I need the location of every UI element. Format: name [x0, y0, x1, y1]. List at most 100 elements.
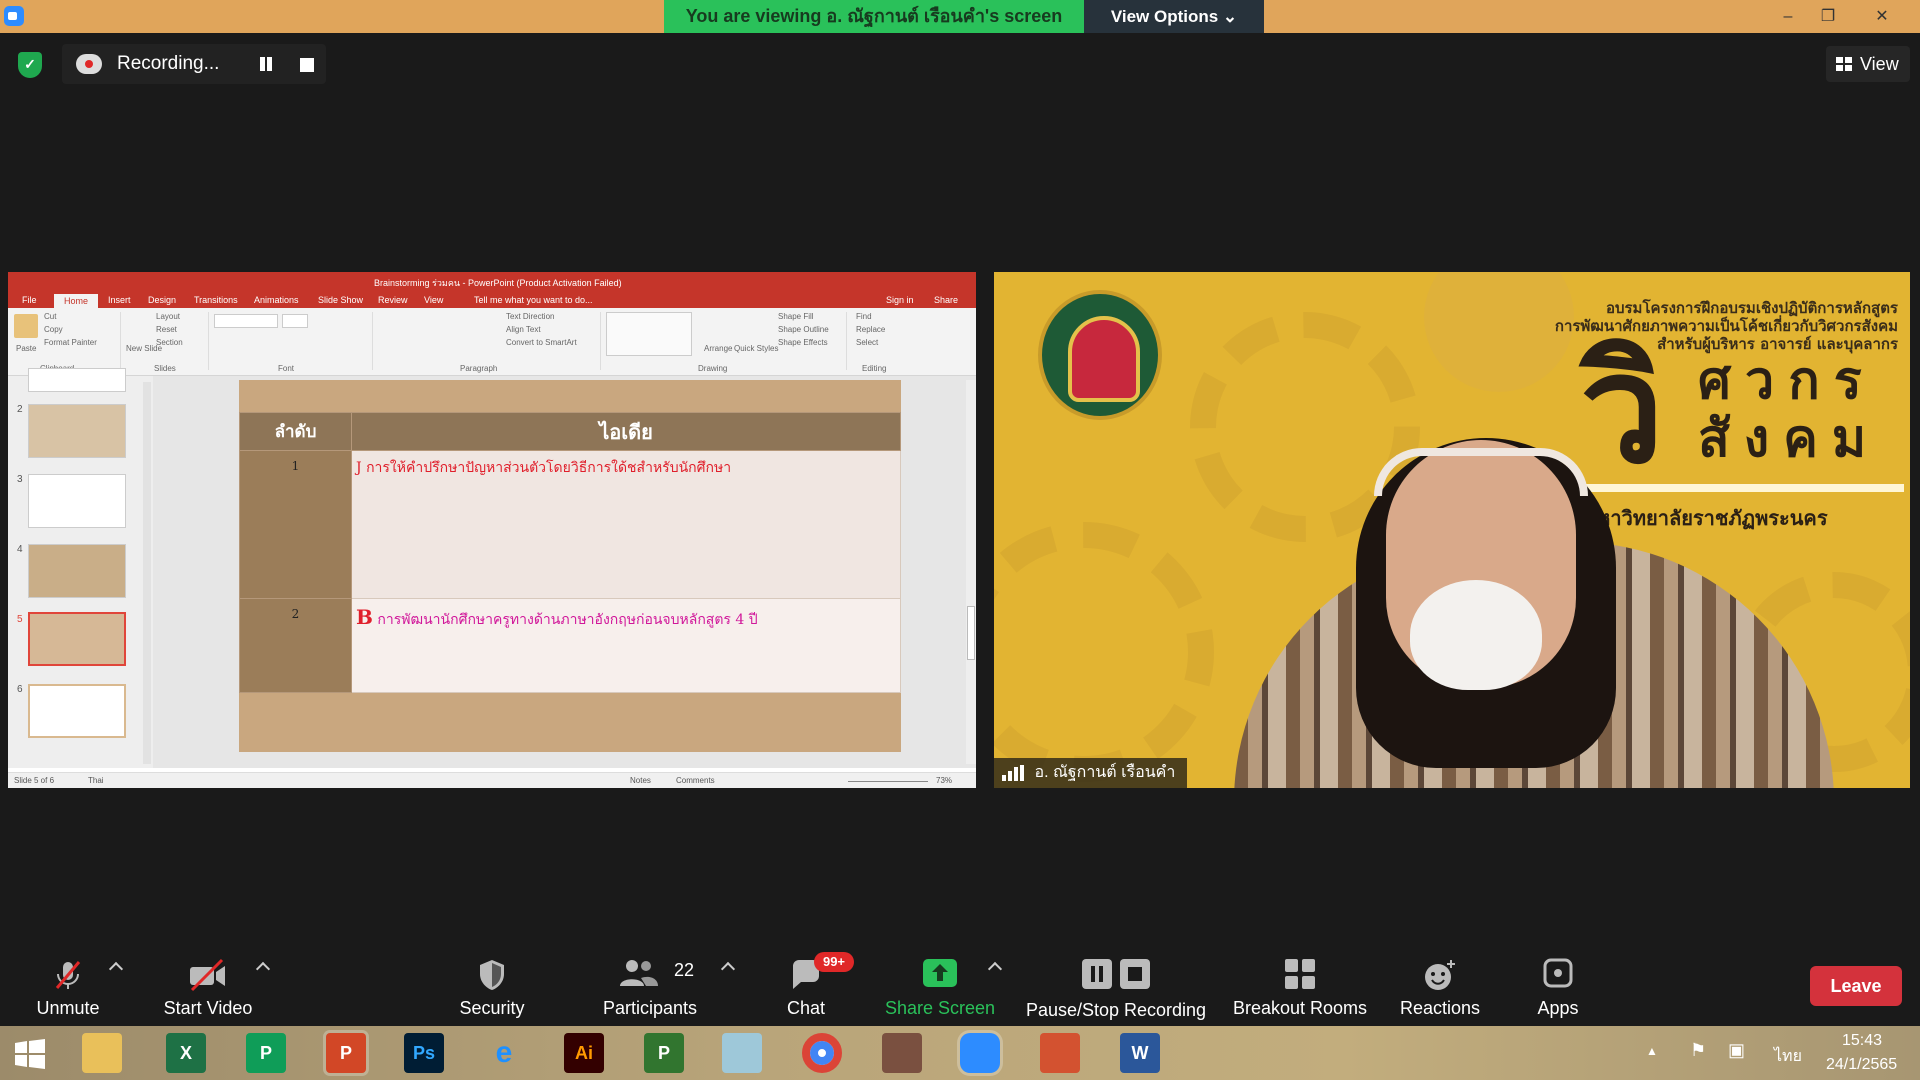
shape-effects-button[interactable]: Shape Effects	[778, 338, 828, 347]
tab-file[interactable]: File	[22, 295, 37, 305]
slide-thumbnail-selected[interactable]	[28, 612, 126, 666]
input-language-indicator[interactable]: ไทย	[1774, 1044, 1802, 1069]
tab-design[interactable]: Design	[148, 295, 176, 305]
reset-button[interactable]: Reset	[156, 325, 177, 334]
pause-recording-icon[interactable]	[257, 55, 275, 73]
app-icon[interactable]	[1040, 1033, 1080, 1073]
clock-date[interactable]: 24/1/2565	[1826, 1056, 1897, 1074]
minimize-button[interactable]: –	[1768, 0, 1808, 33]
close-button[interactable]: ✕	[1862, 0, 1902, 33]
table-cell-idea[interactable]: B การพัฒนานักศึกษาครูทางด้านภาษาอังกฤษก่…	[351, 598, 901, 693]
zoom-slider[interactable]	[848, 781, 928, 782]
ideas-table[interactable]: ลำดับ ไอเดีย 1 J การให้คำปรึกษาปัญหาส่วน…	[239, 412, 901, 693]
align-text-button[interactable]: Align Text	[506, 325, 541, 334]
replace-button[interactable]: Replace	[856, 325, 885, 334]
cut-button[interactable]: Cut	[44, 312, 56, 321]
slide-thumbnail[interactable]	[28, 368, 126, 392]
internet-explorer-icon[interactable]: e	[484, 1033, 524, 1073]
participant-video-tile[interactable]: อบรมโครงการฝึกอบรมเชิงปฏิบัติการหลักสูตร…	[994, 272, 1910, 788]
quick-styles-button[interactable]: Quick Styles	[734, 344, 778, 353]
current-slide[interactable]: ลำดับ ไอเดีย 1 J การให้คำปรึกษาปัญหาส่วน…	[239, 380, 901, 752]
find-button[interactable]: Find	[856, 312, 872, 321]
section-button[interactable]: Section	[156, 338, 183, 347]
pause-stop-recording-button[interactable]: Pause/Stop Recording	[1024, 948, 1208, 1026]
shapes-gallery[interactable]	[606, 312, 692, 356]
photoshop-icon[interactable]: Ps	[404, 1033, 444, 1073]
chrome-icon[interactable]	[802, 1033, 842, 1073]
slide-thumbnail[interactable]	[28, 474, 126, 528]
tab-slide-show[interactable]: Slide Show	[318, 295, 363, 305]
tab-animations[interactable]: Animations	[254, 295, 299, 305]
comments-button[interactable]: Comments	[676, 776, 715, 785]
paste-icon[interactable]	[14, 314, 38, 338]
excel-icon[interactable]: X	[166, 1033, 206, 1073]
participants-button[interactable]: 22 Participants	[594, 948, 706, 1026]
layout-button[interactable]: Layout	[156, 312, 180, 321]
file-explorer-icon[interactable]	[82, 1033, 122, 1073]
reactions-button[interactable]: Reactions	[1394, 948, 1486, 1026]
clock-time[interactable]: 15:43	[1842, 1032, 1882, 1050]
shape-fill-button[interactable]: Shape Fill	[778, 312, 814, 321]
arrange-button[interactable]: Arrange	[704, 344, 732, 353]
tab-home[interactable]: Home	[54, 294, 99, 308]
scrollbar-thumb[interactable]	[967, 606, 975, 660]
font-size-input[interactable]	[282, 314, 308, 328]
slide-thumbnail-pane[interactable]: 2 3 4 5 6	[8, 368, 153, 768]
stop-recording-icon[interactable]	[300, 58, 314, 72]
text-direction-button[interactable]: Text Direction	[506, 312, 554, 321]
paste-label[interactable]: Paste	[16, 344, 36, 353]
encryption-shield-icon[interactable]: ✓	[18, 52, 42, 78]
font-group-label: Font	[278, 364, 295, 373]
project-icon[interactable]: P	[644, 1033, 684, 1073]
participants-options-chevron-icon[interactable]	[720, 961, 736, 977]
view-layout-button[interactable]: View	[1826, 46, 1910, 82]
shared-screen-powerpoint[interactable]: Brainstorming ร่วมคน - PowerPoint (Produ…	[8, 272, 976, 788]
publisher-icon[interactable]: P	[246, 1033, 286, 1073]
slide-thumbnail[interactable]	[28, 544, 126, 598]
security-button[interactable]: Security	[440, 948, 544, 1026]
powerpoint-icon[interactable]: P	[326, 1033, 366, 1073]
slide-editing-canvas[interactable]: ลำดับ ไอเดีย 1 J การให้คำปรึกษาปัญหาส่วน…	[153, 376, 976, 768]
tell-me-search[interactable]: Tell me what you want to do...	[474, 295, 593, 305]
restore-button[interactable]: ❐	[1808, 0, 1848, 33]
start-video-button[interactable]: Start Video	[150, 948, 266, 1026]
table-cell-idea[interactable]: J การให้คำปรึกษาปัญหาส่วนตัวโดยวิธีการใด…	[351, 450, 901, 599]
network-icon[interactable]: ▣	[1728, 1040, 1745, 1061]
apps-label: Apps	[1537, 998, 1579, 1018]
windows-start-icon[interactable]	[14, 1038, 46, 1070]
convert-smartart-button[interactable]: Convert to SmartArt	[506, 338, 577, 347]
table-cell-number[interactable]: 2	[239, 598, 352, 693]
tab-view[interactable]: View	[424, 295, 443, 305]
copy-button[interactable]: Copy	[44, 325, 63, 334]
zoom-percent[interactable]: 73%	[936, 776, 952, 785]
slide-thumbnail[interactable]	[28, 404, 126, 458]
show-hidden-icons-chevron-icon[interactable]: ▲	[1646, 1044, 1658, 1058]
share-screen-button[interactable]: Share Screen	[882, 948, 998, 1026]
apps-button[interactable]: Apps	[1524, 948, 1592, 1026]
snipping-tool-icon[interactable]	[882, 1033, 922, 1073]
select-button[interactable]: Select	[856, 338, 878, 347]
illustrator-icon[interactable]: Ai	[564, 1033, 604, 1073]
thumbnail-scrollbar[interactable]	[143, 382, 151, 764]
action-center-flag-icon[interactable]: ⚑	[1690, 1040, 1706, 1061]
sign-in-link[interactable]: Sign in	[886, 295, 914, 305]
leave-button[interactable]: Leave	[1810, 966, 1902, 1006]
table-cell-number[interactable]: 1	[239, 450, 352, 599]
font-name-input[interactable]	[214, 314, 278, 328]
notes-button[interactable]: Notes	[630, 776, 651, 785]
shape-outline-button[interactable]: Shape Outline	[778, 325, 829, 334]
word-icon[interactable]: W	[1120, 1033, 1160, 1073]
slide-number: 3	[17, 474, 23, 485]
slide-thumbnail[interactable]	[28, 684, 126, 738]
zoom-taskbar-icon[interactable]	[960, 1033, 1000, 1073]
view-options-button[interactable]: View Options ⌄	[1084, 0, 1264, 33]
app-icon[interactable]	[722, 1033, 762, 1073]
unmute-button[interactable]: Unmute	[18, 948, 118, 1026]
canvas-scrollbar[interactable]	[966, 380, 976, 764]
tab-insert[interactable]: Insert	[108, 295, 131, 305]
format-painter-button[interactable]: Format Painter	[44, 338, 97, 347]
tab-transitions[interactable]: Transitions	[194, 295, 238, 305]
breakout-rooms-button[interactable]: Breakout Rooms	[1230, 948, 1370, 1026]
tab-review[interactable]: Review	[378, 295, 408, 305]
share-button[interactable]: Share	[934, 295, 958, 305]
